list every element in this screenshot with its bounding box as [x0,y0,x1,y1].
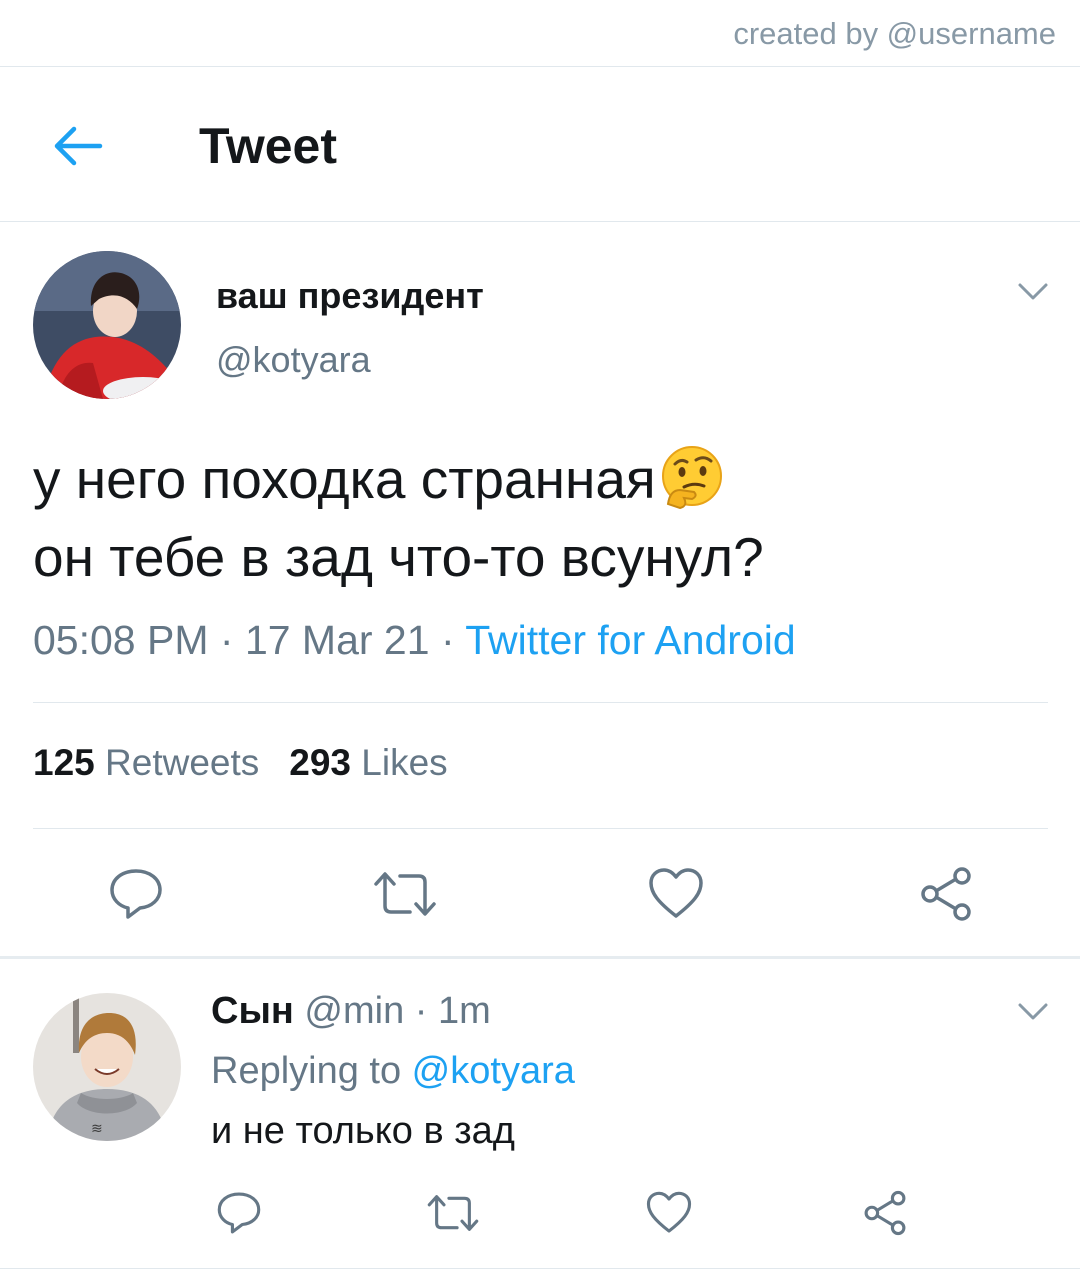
divider [33,702,1048,703]
retweet-icon [374,872,436,916]
likes-count: 293 [289,742,351,783]
tweet-text: у него походка странная он тебе в зад чт… [33,440,1043,596]
retweet-icon [427,1195,479,1231]
reply-button[interactable] [108,866,164,922]
watermark-bar: created by @username [0,0,1080,67]
page-title: Tweet [199,118,337,174]
like-button[interactable] [648,866,704,922]
like-icon [649,868,703,918]
tweet-text-line-1-text: у него походка странная [33,448,656,510]
back-button[interactable] [48,121,106,171]
page-header: Tweet [0,67,1080,222]
arrow-left-icon [54,126,103,166]
likes-stat[interactable]: 293 Likes [289,742,447,783]
tweet-stats: 125 Retweets 293 Likes [33,742,448,784]
tweet-menu-button[interactable] [1015,280,1051,304]
tweet-text-line-1: у него походка странная [33,440,1043,518]
retweet-button[interactable] [372,866,438,922]
reply-separator: · [404,990,439,1032]
author-display-name[interactable]: ваш президент [216,275,484,317]
retweets-count: 125 [33,742,95,783]
reply-share-button[interactable] [862,1190,908,1236]
reply-retweet-button[interactable] [426,1190,480,1236]
tweet-text-line-2: он тебе в зад что-то всунул? [33,526,764,588]
share-icon [921,867,971,921]
thinking-face-icon [661,446,722,510]
reply-like-button[interactable] [646,1190,692,1236]
author-handle[interactable]: @kotyara [216,339,371,381]
section-divider [0,956,1080,959]
like-icon [646,1191,692,1233]
author-avatar[interactable] [33,251,181,399]
tweet-date: 17 Mar 21 [244,617,430,663]
meta-separator: · [208,617,245,663]
tweet-time: 05:08 PM [33,617,209,663]
replying-to-label: Replying to [211,1050,412,1092]
reply-handle[interactable]: @min [304,990,404,1032]
reply-menu-button[interactable] [1015,1000,1051,1024]
reply-icon [110,869,162,919]
reply-icon [217,1192,261,1234]
chevron-down-icon [1018,283,1048,300]
divider [33,828,1048,829]
reply-reply-button[interactable] [216,1190,262,1236]
reply-display-name[interactable]: Сын [211,990,294,1032]
reply-time: 1m [438,990,491,1032]
tweet-source-link[interactable]: Twitter for Android [465,617,795,663]
replying-to-mention[interactable]: @kotyara [412,1050,575,1092]
retweets-label: Retweets [105,742,260,783]
reply-text: и не только в зад [211,1110,515,1152]
chevron-down-icon [1018,1003,1048,1020]
reply-header: Сын @min · 1m [211,990,491,1033]
tweet-meta: 05:08 PM · 17 Mar 21 · Twitter for Andro… [33,617,796,664]
share-icon [864,1190,906,1236]
likes-label: Likes [361,742,448,783]
meta-separator: · [429,617,466,663]
reply-author-avatar[interactable]: ≋ [33,993,181,1141]
share-button[interactable] [918,866,974,922]
retweets-stat[interactable]: 125 Retweets [33,742,259,783]
divider [0,1268,1080,1269]
replying-to: Replying to @kotyara [211,1050,575,1093]
watermark-text: created by @username [733,16,1056,51]
svg-text:≋: ≋ [91,1121,103,1137]
